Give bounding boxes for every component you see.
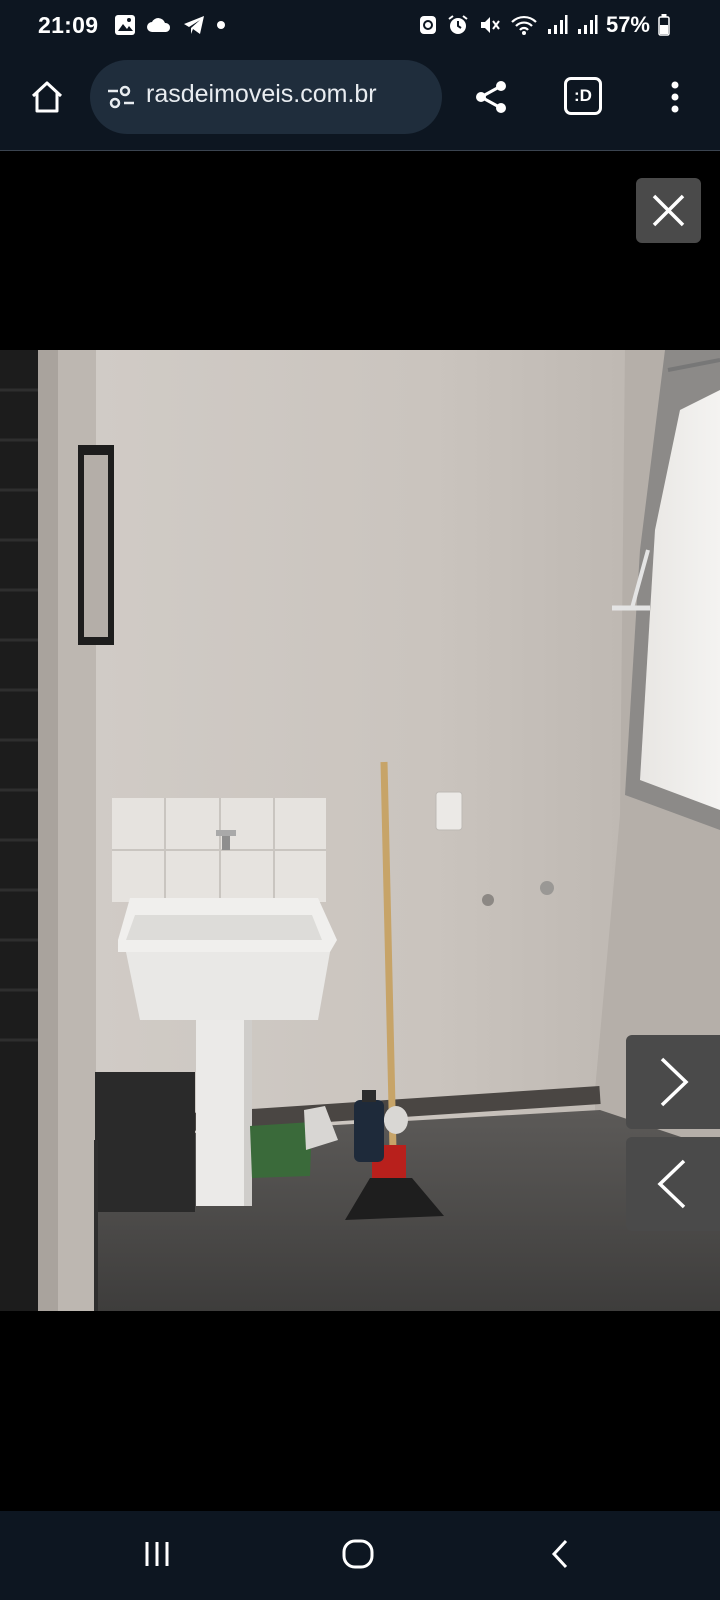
tab-switcher-label: :D xyxy=(574,86,592,105)
signal-icon xyxy=(577,15,598,34)
mute-icon xyxy=(480,17,500,33)
close-icon xyxy=(652,194,685,227)
back-button[interactable] xyxy=(536,1529,586,1579)
wifi-icon xyxy=(511,15,537,35)
more-vert-icon xyxy=(671,81,679,113)
next-image-button[interactable] xyxy=(626,1035,720,1129)
tab-switcher-button[interactable]: :D xyxy=(564,77,602,115)
address-bar[interactable]: rasdeimoveis.com.br xyxy=(90,60,442,134)
chevron-left-icon xyxy=(657,1159,686,1209)
home-circle-icon xyxy=(342,1539,374,1569)
status-bar: 21:09 57% xyxy=(0,0,720,52)
status-time: 21:09 xyxy=(38,12,99,38)
share-button[interactable] xyxy=(466,72,516,122)
home-button[interactable] xyxy=(22,72,72,122)
cloud-icon xyxy=(147,18,171,32)
system-nav-bar xyxy=(0,1511,720,1600)
system-icons: 57% xyxy=(418,12,670,38)
chevron-right-icon xyxy=(660,1057,689,1107)
home-icon xyxy=(31,81,63,113)
close-button[interactable] xyxy=(636,178,701,243)
telegram-icon xyxy=(184,16,204,34)
image-viewer xyxy=(0,151,720,1511)
sync-icon xyxy=(419,16,436,34)
dot-icon xyxy=(217,21,225,29)
previous-image-button[interactable] xyxy=(626,1137,720,1231)
back-icon xyxy=(551,1539,568,1569)
battery-icon xyxy=(658,14,670,36)
recents-button[interactable] xyxy=(132,1529,182,1579)
laundry-room-photo xyxy=(0,350,720,1311)
browser-toolbar: rasdeimoveis.com.br :D xyxy=(0,52,720,151)
menu-button[interactable] xyxy=(650,72,700,122)
url-text: rasdeimoveis.com.br xyxy=(146,80,377,108)
site-settings-icon[interactable] xyxy=(106,84,136,110)
listing-photo xyxy=(0,350,720,1311)
recents-icon xyxy=(145,1542,169,1566)
battery-percent: 57% xyxy=(605,12,650,37)
alarm-icon xyxy=(448,15,468,34)
home-nav-button[interactable] xyxy=(333,1529,383,1579)
notification-icons xyxy=(114,14,226,36)
gallery-icon xyxy=(115,15,135,35)
signal-icon xyxy=(547,15,568,34)
share-icon xyxy=(476,81,506,113)
